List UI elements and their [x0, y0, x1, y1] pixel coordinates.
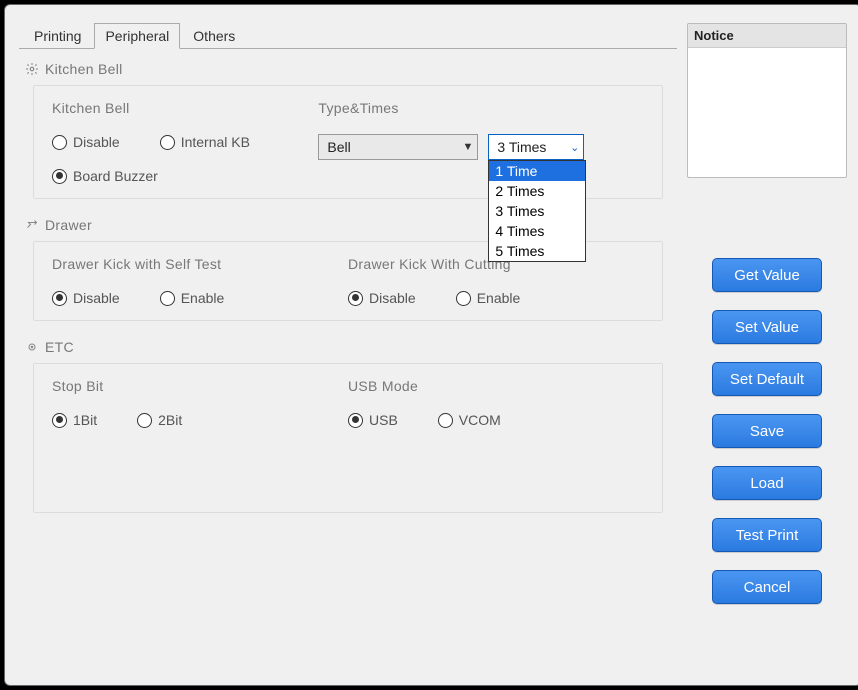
section-title-drawer: Drawer — [45, 217, 92, 233]
notice-header: Notice — [688, 24, 846, 48]
radio-label: Internal KB — [181, 134, 250, 150]
chevron-down-icon: ▼ — [463, 141, 474, 153]
group-kitchen-bell: Kitchen Bell Disable Internal KB — [33, 85, 663, 199]
radio-drawer-selftest-disable[interactable]: Disable — [52, 290, 120, 306]
radio-label: Enable — [181, 290, 225, 306]
radio-icon — [137, 413, 152, 428]
option-4-times[interactable]: 4 Times — [489, 221, 585, 241]
chevron-down-icon: ⌄ — [570, 141, 579, 154]
section-title-kitchen-bell: Kitchen Bell — [45, 61, 123, 77]
radio-label: 1Bit — [73, 412, 97, 428]
section-title-etc: ETC — [45, 339, 74, 355]
set-default-button[interactable]: Set Default — [712, 362, 822, 396]
tab-panel-peripheral: Kitchen Bell Kitchen Bell Disable — [19, 48, 677, 671]
group-etc: Stop Bit 1Bit 2Bit — [33, 363, 663, 513]
tab-printing[interactable]: Printing — [23, 23, 92, 49]
dropdown-value: 3 Times — [497, 139, 546, 155]
get-value-button[interactable]: Get Value — [712, 258, 822, 292]
side-area: Notice Get Value Set Value Set Default S… — [687, 23, 847, 671]
radio-icon — [160, 135, 175, 150]
dropdown-list-times: 1 Time 2 Times 3 Times 4 Times 5 Times — [488, 160, 586, 262]
radio-stopbit-2[interactable]: 2Bit — [137, 412, 182, 428]
radio-icon — [348, 413, 363, 428]
radio-icon — [456, 291, 471, 306]
radio-usbmode-usb[interactable]: USB — [348, 412, 398, 428]
cancel-button[interactable]: Cancel — [712, 570, 822, 604]
main-area: Printing Peripheral Others Kitchen Bell … — [19, 23, 677, 671]
tab-bar: Printing Peripheral Others — [23, 23, 677, 49]
radio-label: Disable — [73, 290, 120, 306]
radio-usbmode-vcom[interactable]: VCOM — [438, 412, 501, 428]
radio-label: Disable — [73, 134, 120, 150]
radio-drawer-cutting-disable[interactable]: Disable — [348, 290, 416, 306]
group-title-drawer-selftest: Drawer Kick with Self Test — [52, 256, 348, 272]
radio-label: VCOM — [459, 412, 501, 428]
notice-box: Notice — [687, 23, 847, 178]
radio-icon — [160, 291, 175, 306]
radio-icon — [52, 291, 67, 306]
settings-window: Printing Peripheral Others Kitchen Bell … — [4, 4, 858, 686]
test-print-button[interactable]: Test Print — [712, 518, 822, 552]
dropdown-bell-type[interactable]: Bell ▼ — [318, 134, 478, 160]
radio-kb-board-buzzer[interactable]: Board Buzzer — [52, 168, 158, 184]
tab-others[interactable]: Others — [182, 23, 246, 49]
radio-icon — [52, 135, 67, 150]
option-5-times[interactable]: 5 Times — [489, 241, 585, 261]
radio-kb-disable[interactable]: Disable — [52, 134, 120, 150]
option-2-times[interactable]: 2 Times — [489, 181, 585, 201]
load-button[interactable]: Load — [712, 466, 822, 500]
radio-stopbit-1[interactable]: 1Bit — [52, 412, 97, 428]
radio-label: 2Bit — [158, 412, 182, 428]
radio-drawer-selftest-enable[interactable]: Enable — [160, 290, 225, 306]
group-title-type-times: Type&Times — [318, 100, 644, 116]
tab-peripheral[interactable]: Peripheral — [94, 23, 180, 49]
group-title-stop-bit: Stop Bit — [52, 378, 348, 394]
radio-label: Disable — [369, 290, 416, 306]
radio-kb-internal[interactable]: Internal KB — [160, 134, 250, 150]
target-icon — [25, 340, 39, 354]
radio-icon — [52, 413, 67, 428]
gear-icon — [25, 62, 39, 76]
radio-label: Enable — [477, 290, 521, 306]
radio-icon — [438, 413, 453, 428]
section-header-etc: ETC — [25, 339, 673, 355]
group-title-kitchen-bell: Kitchen Bell — [52, 100, 318, 116]
dropdown-bell-times[interactable]: 3 Times ⌄ 1 Time 2 Times 3 Times 4 Times… — [488, 134, 584, 160]
section-header-kitchen-bell: Kitchen Bell — [25, 61, 673, 77]
radio-icon — [52, 169, 67, 184]
set-value-button[interactable]: Set Value — [712, 310, 822, 344]
save-button[interactable]: Save — [712, 414, 822, 448]
radio-drawer-cutting-enable[interactable]: Enable — [456, 290, 521, 306]
dropdown-value: Bell — [327, 139, 350, 155]
button-column: Get Value Set Value Set Default Save Loa… — [687, 258, 847, 604]
radio-label: USB — [369, 412, 398, 428]
group-title-usb-mode: USB Mode — [348, 378, 644, 394]
radio-label: Board Buzzer — [73, 168, 158, 184]
radio-icon — [348, 291, 363, 306]
option-3-times[interactable]: 3 Times — [489, 201, 585, 221]
option-1-time[interactable]: 1 Time — [489, 161, 585, 181]
arrow-icon — [25, 218, 39, 232]
